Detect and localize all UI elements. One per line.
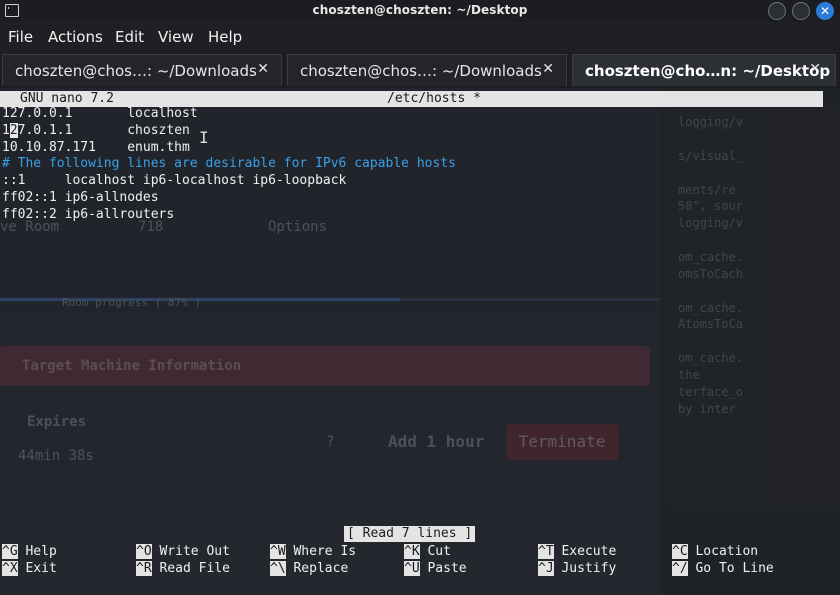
tab-close-icon[interactable]: ✕ — [809, 61, 821, 77]
ghost-expires-label: Expires — [27, 414, 87, 430]
nano-filename: /etc/hosts * — [387, 91, 481, 106]
shortcut-cut[interactable]: ^K Cut — [404, 543, 451, 560]
nano-version: GNU nano 7.2 — [20, 91, 114, 106]
shortcut-replace[interactable]: ^\ Replace — [270, 560, 348, 577]
ghost-side-text: logging/v s/visual_ ments/re 58", sour l… — [678, 115, 744, 416]
menu-help[interactable]: Help — [208, 28, 242, 46]
tab-desktop[interactable]: choszten@cho…n: ~/Desktop ✕ — [572, 54, 836, 86]
nano-header-bar: GNU nano 7.2 /etc/hosts * — [0, 91, 823, 107]
buffer-line[interactable]: ff02::2 ip6-allrouters — [2, 207, 456, 224]
buffer-line-comment[interactable]: # The following lines are desirable for … — [2, 156, 456, 173]
menubar: File Actions Edit View Help — [0, 22, 840, 52]
shortcut-where-is[interactable]: ^W Where Is — [270, 543, 356, 560]
menu-edit[interactable]: Edit — [115, 28, 144, 46]
ghost-expires-value: 44min 38s — [18, 448, 94, 464]
buffer-line[interactable]: 127.0.0.1 localhost — [2, 106, 456, 123]
ghost-target-title: Target Machine Information — [22, 358, 242, 374]
buffer-line[interactable]: ::1 localhost ip6-localhost ip6-loopback — [2, 173, 456, 190]
shortcut-paste[interactable]: ^U Paste — [404, 560, 467, 577]
menu-view[interactable]: View — [158, 28, 194, 46]
ghost-progress-track — [0, 298, 660, 301]
cursor-block: 2 — [9, 122, 18, 138]
menu-actions[interactable]: Actions — [48, 28, 103, 46]
nano-buffer[interactable]: 127.0.0.1 localhost 127.0.1.1 choszten 1… — [2, 106, 456, 224]
ghost-side-panel — [668, 108, 840, 508]
tab-bar: choszten@chos…: ~/Downloads ✕ choszten@c… — [0, 52, 840, 88]
ghost-target-header — [0, 346, 650, 386]
nano-shortcut-bar: ^G Help ^X Exit ^O Write Out ^R Read Fil… — [0, 543, 840, 583]
shortcut-help[interactable]: ^G Help — [2, 543, 57, 560]
ghost-add-hour: Add 1 hour — [388, 432, 485, 451]
shortcut-exit[interactable]: ^X Exit — [2, 560, 57, 577]
terminal-view[interactable]: ve Room 718 Options Room progress ( 87% … — [0, 88, 840, 595]
tab-downloads-2[interactable]: choszten@chos…: ~/Downloads ✕ — [287, 54, 567, 86]
shortcut-location[interactable]: ^C Location — [672, 543, 758, 560]
tab-close-icon[interactable]: ✕ — [257, 61, 269, 77]
tab-downloads-1[interactable]: choszten@chos…: ~/Downloads ✕ — [2, 54, 282, 86]
tab-close-icon[interactable]: ✕ — [542, 61, 554, 77]
ghost-question: ? — [326, 434, 335, 450]
minimize-button[interactable] — [768, 2, 786, 20]
text-cursor-ibeam-icon: I — [199, 128, 209, 147]
buffer-line[interactable]: 10.10.87.171 enum.thm — [2, 140, 456, 157]
tab-label: choszten@chos…: ~/Downloads — [15, 62, 257, 80]
shortcut-read-file[interactable]: ^R Read File — [136, 560, 230, 577]
shortcut-justify[interactable]: ^J Justify — [538, 560, 616, 577]
buffer-line[interactable]: 127.0.1.1 choszten — [2, 122, 456, 140]
buffer-line-text: 127.0.1.1 choszten — [2, 122, 190, 138]
menu-file[interactable]: File — [8, 28, 33, 46]
shortcut-go-to-line[interactable]: ^/ Go To Line — [672, 560, 774, 577]
ghost-terminate-button: Terminate — [506, 424, 618, 460]
window-titlebar: choszten@choszten: ~/Desktop ✕ — [0, 0, 840, 22]
close-window-button[interactable]: ✕ — [816, 2, 834, 20]
shortcut-execute[interactable]: ^T Execute — [538, 543, 616, 560]
maximize-button[interactable] — [792, 2, 810, 20]
buffer-line[interactable]: ff02::1 ip6-allnodes — [2, 190, 456, 207]
nano-status-message: [ Read 7 lines ] — [344, 526, 476, 542]
ghost-progress-text: Room progress ( 87% ) — [62, 296, 202, 309]
tab-label: choszten@cho…n: ~/Desktop — [585, 62, 831, 80]
ghost-progress-fill — [0, 298, 400, 301]
window-title: choszten@choszten: ~/Desktop — [312, 3, 528, 17]
tab-label: choszten@chos…: ~/Downloads — [300, 62, 542, 80]
shortcut-write-out[interactable]: ^O Write Out — [136, 543, 230, 560]
